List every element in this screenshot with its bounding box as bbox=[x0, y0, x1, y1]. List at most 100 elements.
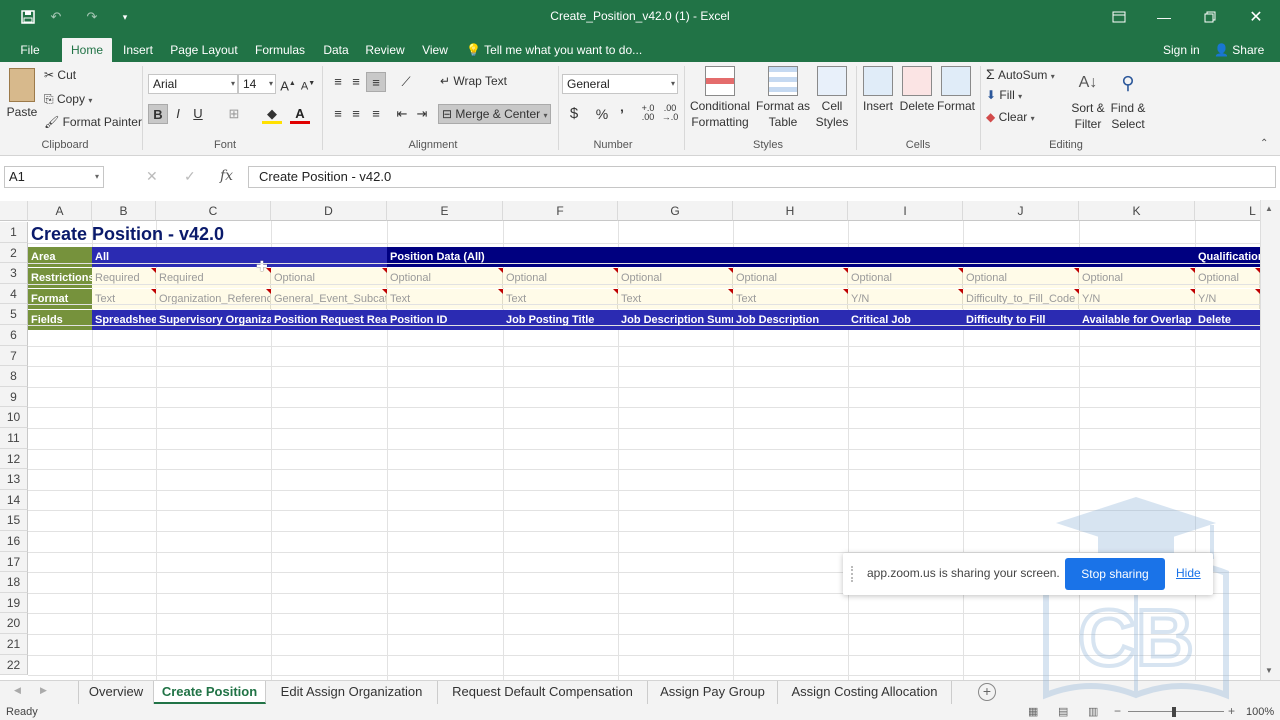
restriction-cell[interactable]: Optional bbox=[1195, 268, 1260, 288]
wrap-text-button[interactable]: ↵ Wrap Text bbox=[440, 74, 507, 88]
cell-styles-button[interactable]: Cell Styles bbox=[812, 66, 852, 130]
fill-color-icon[interactable]: ◆ bbox=[262, 104, 282, 124]
field-cell[interactable]: Spreadsheet bbox=[92, 310, 156, 330]
zoom-slider[interactable] bbox=[1128, 711, 1224, 712]
field-cell[interactable]: Available for Overlap bbox=[1079, 310, 1195, 330]
row-header[interactable]: 5 bbox=[0, 304, 28, 325]
row-header[interactable]: 3 bbox=[0, 263, 28, 284]
tab-view[interactable]: View bbox=[416, 38, 454, 62]
decrease-indent-icon[interactable]: ⇤ bbox=[392, 104, 412, 124]
row-header[interactable]: 19 bbox=[0, 592, 28, 614]
column-header[interactable]: K bbox=[1079, 201, 1195, 221]
minimize-icon[interactable]: — bbox=[1150, 6, 1178, 28]
format-cell[interactable]: General_Event_Subcategory bbox=[271, 289, 387, 309]
copy-button[interactable]: ⎘ Copy ▾ bbox=[44, 92, 92, 107]
restriction-cell[interactable]: Optional bbox=[848, 268, 963, 288]
field-cell[interactable]: Job Description Summary bbox=[618, 310, 733, 330]
tab-home[interactable]: Home bbox=[62, 38, 112, 62]
scroll-up-icon[interactable]: ▲ bbox=[1265, 204, 1273, 213]
row-header[interactable]: 21 bbox=[0, 634, 28, 655]
zoom-slider-thumb[interactable] bbox=[1172, 707, 1176, 717]
align-middle-icon[interactable]: ≡ bbox=[346, 72, 366, 92]
format-label-cell[interactable]: Format bbox=[28, 289, 92, 309]
row-header[interactable]: 16 bbox=[0, 531, 28, 552]
format-cell[interactable]: Y/N bbox=[1195, 289, 1260, 309]
field-cell[interactable]: Delete bbox=[1195, 310, 1260, 330]
zoom-level[interactable]: 100% bbox=[1246, 706, 1274, 718]
sheet-tab-overview[interactable]: Overview bbox=[78, 681, 154, 704]
borders-icon[interactable]: ⊞ bbox=[224, 104, 244, 124]
column-header[interactable]: G bbox=[618, 201, 733, 221]
row-header[interactable]: 18 bbox=[0, 572, 28, 593]
formula-input[interactable]: Create Position - v42.0 bbox=[248, 166, 1276, 188]
font-name-combo[interactable]: Arial ▾ bbox=[148, 74, 238, 94]
autosum-button[interactable]: Σ AutoSum ▾ bbox=[986, 66, 1055, 82]
sort-filter-button[interactable]: A↓ Sort & Filter bbox=[1068, 66, 1108, 132]
sign-in-link[interactable]: Sign in bbox=[1163, 38, 1200, 62]
cut-button[interactable]: ✂ Cut bbox=[44, 68, 76, 82]
tab-formulas[interactable]: Formulas bbox=[250, 38, 310, 62]
restriction-cell[interactable]: Required bbox=[156, 268, 271, 288]
field-cell[interactable]: Supervisory Organization bbox=[156, 310, 271, 330]
fields-label-cell[interactable]: Fields bbox=[28, 310, 92, 330]
tab-review[interactable]: Review bbox=[362, 38, 408, 62]
increase-decimal-icon[interactable]: +.0.00 bbox=[638, 104, 658, 124]
row-header[interactable]: 2 bbox=[0, 242, 28, 264]
share-button[interactable]: 👤 Share bbox=[1214, 38, 1264, 62]
align-left-icon[interactable]: ≡ bbox=[328, 104, 348, 124]
close-icon[interactable]: ✕ bbox=[1242, 6, 1270, 28]
format-painter-button[interactable]: 🖌 Format Painter bbox=[44, 115, 142, 129]
font-size-combo[interactable]: 14 ▾ bbox=[238, 74, 276, 94]
sheet-tab-edit-assign-organization[interactable]: Edit Assign Organization bbox=[266, 681, 438, 704]
column-header[interactable]: C bbox=[156, 201, 271, 221]
sheet-tab-create-position[interactable]: Create Position bbox=[154, 681, 266, 704]
column-header[interactable]: E bbox=[387, 201, 503, 221]
sheet-tab-request-default-compensation[interactable]: Request Default Compensation bbox=[438, 681, 648, 704]
row-header[interactable]: 8 bbox=[0, 366, 28, 387]
field-cell[interactable]: Position Request Reason bbox=[271, 310, 387, 330]
sheet-tab-assign-costing-allocation[interactable]: Assign Costing Allocation bbox=[778, 681, 952, 704]
paste-button[interactable]: Paste bbox=[6, 68, 38, 120]
restriction-cell[interactable]: Optional bbox=[618, 268, 733, 288]
restriction-cell[interactable]: Optional bbox=[963, 268, 1079, 288]
tell-me-box[interactable]: 💡 Tell me what you want to do... bbox=[466, 38, 642, 62]
row-header[interactable]: 7 bbox=[0, 345, 28, 367]
zoom-out-icon[interactable]: − bbox=[1114, 704, 1121, 718]
field-cell[interactable]: Job Description bbox=[733, 310, 848, 330]
row-header[interactable]: 9 bbox=[0, 386, 28, 408]
align-bottom-icon[interactable]: ≡ bbox=[366, 72, 386, 92]
align-right-icon[interactable]: ≡ bbox=[366, 104, 386, 124]
row-header[interactable]: 13 bbox=[0, 469, 28, 490]
restriction-cell[interactable]: Optional bbox=[503, 268, 618, 288]
stop-sharing-button[interactable]: Stop sharing bbox=[1065, 558, 1165, 590]
collapse-ribbon-icon[interactable]: ⌃ bbox=[1260, 138, 1268, 149]
decrease-font-icon[interactable]: A▼ bbox=[298, 74, 318, 94]
tab-insert[interactable]: Insert bbox=[116, 38, 160, 62]
page-layout-view-icon[interactable]: ▤ bbox=[1058, 705, 1068, 718]
format-cell[interactable]: Text bbox=[733, 289, 848, 309]
tab-page-layout[interactable]: Page Layout bbox=[166, 38, 242, 62]
hide-link[interactable]: Hide bbox=[1176, 566, 1201, 580]
row-header[interactable]: 6 bbox=[0, 325, 28, 346]
increase-font-icon[interactable]: A▲ bbox=[278, 74, 298, 94]
align-top-icon[interactable]: ≡ bbox=[328, 72, 348, 92]
row-header[interactable]: 12 bbox=[0, 448, 28, 470]
name-box[interactable]: A1 ▾ bbox=[4, 166, 104, 188]
delete-cells-button[interactable]: Delete bbox=[898, 66, 936, 114]
sheet-tab-assign-pay-group[interactable]: Assign Pay Group bbox=[648, 681, 778, 704]
font-color-icon[interactable]: A bbox=[290, 104, 310, 124]
restriction-cell[interactable]: Optional bbox=[271, 268, 387, 288]
row-header[interactable]: 22 bbox=[0, 654, 28, 676]
increase-indent-icon[interactable]: ⇥ bbox=[412, 104, 432, 124]
normal-view-icon[interactable]: ▦ bbox=[1028, 705, 1038, 718]
orientation-icon[interactable]: ⟋ bbox=[396, 72, 416, 92]
row-header[interactable]: 14 bbox=[0, 489, 28, 511]
row-header[interactable]: 10 bbox=[0, 407, 28, 428]
format-as-table-button[interactable]: Format as Table bbox=[754, 66, 812, 130]
comma-button[interactable]: ’ bbox=[612, 104, 632, 124]
field-cell[interactable]: Critical Job bbox=[848, 310, 963, 330]
scroll-down-icon[interactable]: ▼ bbox=[1265, 666, 1273, 675]
conditional-formatting-button[interactable]: Conditional Formatting bbox=[686, 66, 754, 130]
enter-icon[interactable]: ✓ bbox=[184, 168, 196, 185]
column-header[interactable]: L bbox=[1195, 201, 1260, 221]
